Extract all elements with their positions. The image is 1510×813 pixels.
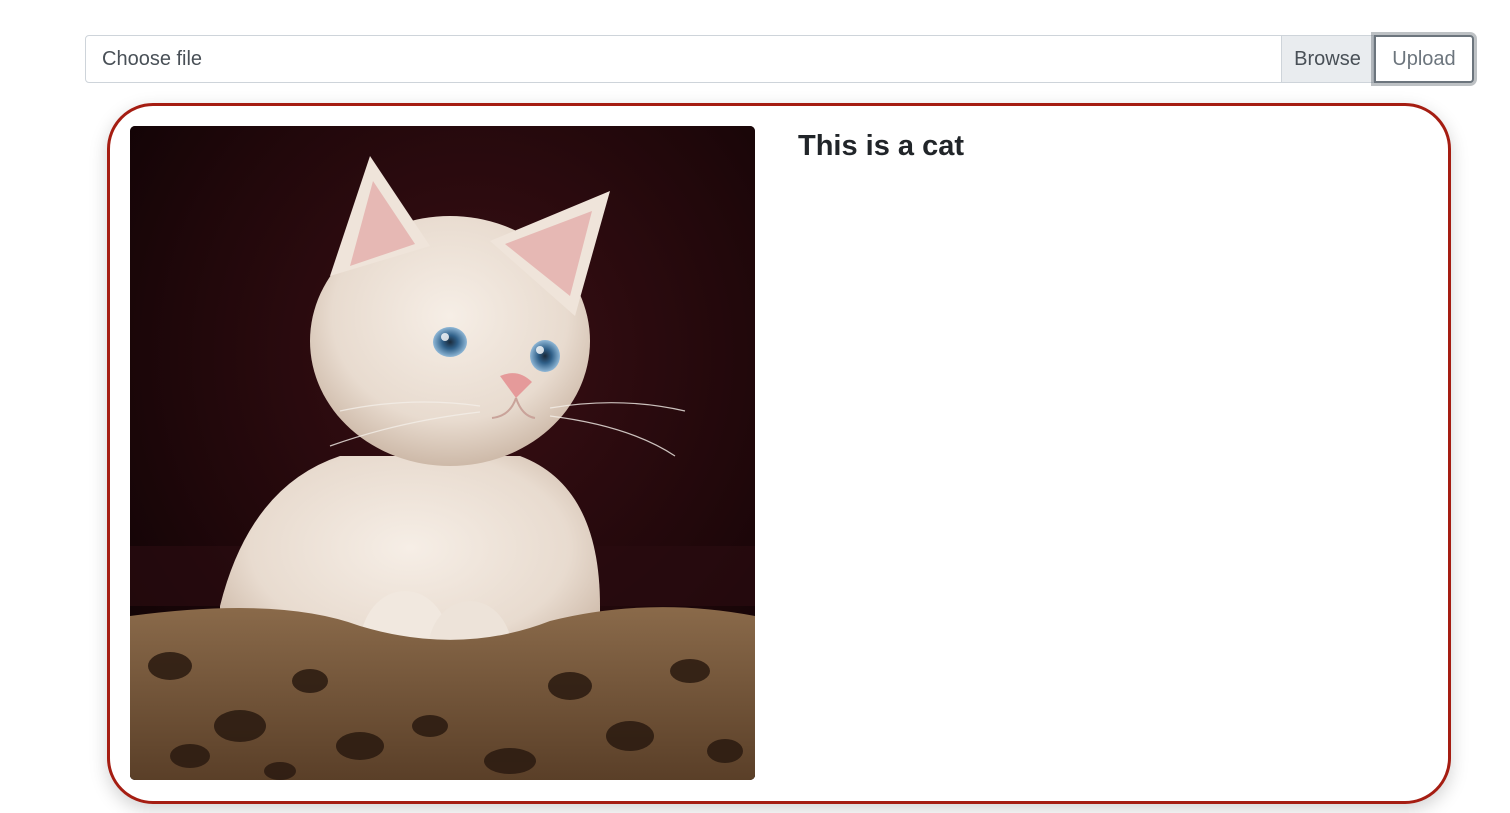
file-input-placeholder: Choose file <box>102 47 203 70</box>
browse-button[interactable]: Browse <box>1281 36 1373 82</box>
result-title: This is a cat <box>798 130 965 162</box>
kitten-photo <box>130 126 755 780</box>
upload-form: Choose file Browse Upload <box>85 35 1474 83</box>
result-card: This is a cat <box>107 103 1451 804</box>
file-input[interactable]: Choose file Browse <box>85 35 1374 83</box>
upload-button[interactable]: Upload <box>1374 35 1474 83</box>
